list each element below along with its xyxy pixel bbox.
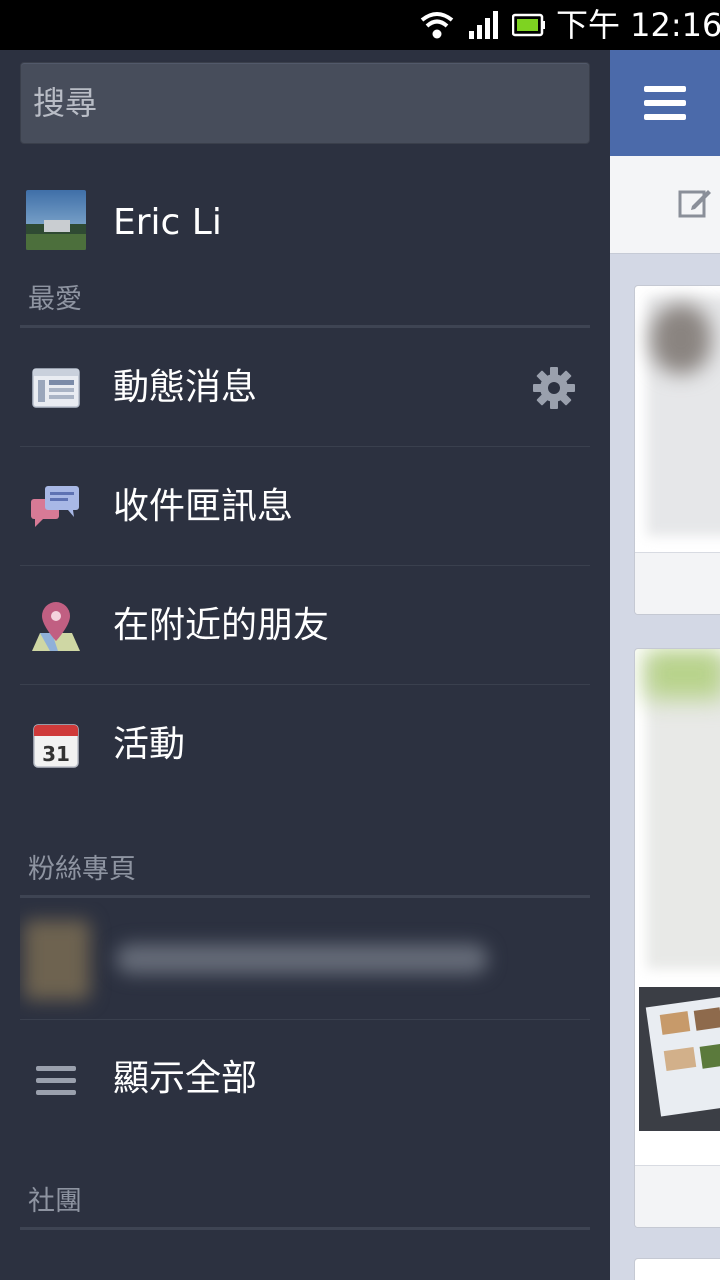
page-item-blurred[interactable] (20, 902, 590, 1020)
compose-icon[interactable] (678, 186, 712, 220)
feed-card[interactable] (634, 285, 720, 615)
profile-row[interactable]: Eric Li (20, 175, 590, 275)
list-icon (36, 1066, 76, 1095)
feed-card[interactable] (634, 1258, 720, 1280)
menu-label-nearby-friends: 在附近的朋友 (113, 605, 330, 646)
feed-card-photo (639, 987, 720, 1131)
svg-text:31: 31 (42, 742, 70, 766)
menu-label-events: 活動 (113, 724, 186, 765)
feed-card-photo-blur (645, 649, 720, 699)
feed-card-footer (635, 552, 720, 614)
status-composer[interactable] (610, 156, 720, 254)
messages-icon (31, 486, 79, 527)
section-header-pages: 粉絲專頁 (28, 854, 136, 885)
section-divider (20, 1227, 590, 1230)
signal-icon (469, 11, 498, 39)
page-name-blurred (116, 944, 488, 974)
menu-label-messages: 收件匣訊息 (113, 486, 294, 527)
news-feed-icon (32, 368, 80, 408)
section-divider (20, 325, 590, 328)
menu-label-news-feed: 動態消息 (113, 367, 258, 408)
search-input[interactable]: 搜尋 (20, 62, 590, 144)
section-header-groups: 社團 (28, 1186, 82, 1217)
menu-item-news-feed[interactable]: 動態消息 (20, 329, 590, 447)
menu-item-show-all[interactable]: 顯示全部 (20, 1020, 590, 1138)
side-drawer: 搜尋 Eric Li 最愛 動態消息 收件匣訊息 在附近的朋友 31 活動 粉絲… (0, 50, 610, 1280)
wifi-icon (420, 12, 454, 39)
calendar-icon: 31 (33, 724, 79, 768)
page-avatar (24, 920, 90, 1000)
section-header-favorites: 最愛 (28, 284, 82, 315)
section-divider (20, 895, 590, 898)
status-time: 下午 12:16 (556, 6, 720, 44)
status-bar: 下午 12:16 (0, 0, 720, 50)
feed-card[interactable] (634, 648, 720, 1228)
avatar (26, 190, 86, 250)
battery-icon (512, 13, 545, 37)
feed-card-footer (635, 1165, 720, 1227)
feed-titlebar (610, 50, 720, 156)
news-feed-panel (610, 50, 720, 1280)
nearby-pin-icon (32, 602, 80, 651)
menu-item-events[interactable]: 31 活動 (20, 686, 590, 804)
menu-item-messages[interactable]: 收件匣訊息 (20, 448, 590, 566)
search-placeholder: 搜尋 (33, 84, 98, 122)
menu-label-show-all: 顯示全部 (113, 1058, 258, 1099)
menu-item-nearby-friends[interactable]: 在附近的朋友 (20, 567, 590, 685)
profile-name: Eric Li (113, 202, 222, 243)
settings-gear-icon[interactable] (532, 366, 576, 410)
menu-toggle-icon[interactable] (644, 86, 686, 120)
feed-card-photo-blur (651, 304, 711, 374)
feed-card-image (647, 659, 720, 969)
